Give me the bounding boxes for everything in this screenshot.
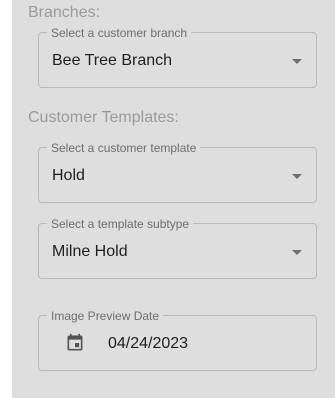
customer-template-select-label: Select a customer template [47,141,201,155]
customer-branch-select[interactable]: Select a customer branch Bee Tree Branch [38,26,317,88]
branches-section-title: Branches: [28,4,101,21]
calendar-icon[interactable] [65,333,85,353]
customer-branch-select-value: Bee Tree Branch [52,52,173,69]
template-subtype-select-label: Select a template subtype [47,217,194,231]
image-preview-date-field[interactable]: Image Preview Date 04/24/2023 [38,309,317,371]
image-preview-date-label: Image Preview Date [47,309,164,323]
template-subtype-select-value: Milne Hold [52,243,128,260]
chevron-down-icon[interactable] [292,174,302,179]
template-subtype-select[interactable]: Select a template subtype Milne Hold [38,217,317,279]
customer-templates-section-title: Customer Templates: [28,109,179,126]
chevron-down-icon[interactable] [292,59,302,64]
image-preview-date-value: 04/24/2023 [108,335,189,352]
customer-template-select[interactable]: Select a customer template Hold [38,141,317,203]
customer-template-select-value: Hold [52,167,85,184]
customer-branch-select-label: Select a customer branch [47,26,192,40]
chevron-down-icon[interactable] [292,250,302,255]
